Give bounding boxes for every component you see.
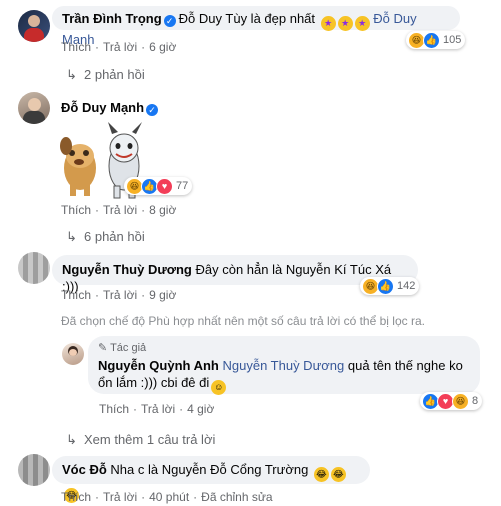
commenter-name[interactable]: Vóc Đỗ (62, 462, 107, 477)
like-button[interactable]: Thích (61, 40, 91, 54)
reply-button[interactable]: Trả lời (103, 490, 137, 504)
comment-actions: Thích · Trả lời · 8 giờ (61, 203, 177, 217)
like-reaction-icon: 👍 (423, 31, 440, 49)
timestamp[interactable]: 8 giờ (149, 203, 176, 217)
reaction-summary[interactable]: 😆 👍 105 (406, 31, 466, 49)
replies-count[interactable]: 6 phản hồi (84, 229, 145, 244)
comment-bubble: Vóc Đỗ Nha c là Nguyễn Đỗ Cổng Trường 😂 😂… (52, 456, 370, 503)
reply-arrow-icon: ↳ (66, 67, 77, 82)
mention-link[interactable]: Nguyễn Thuỳ Dương (222, 358, 344, 373)
commenter-name[interactable]: Nguyễn Quỳnh Anh (98, 358, 219, 373)
comment-actions: Thích · Trả lời · 6 giờ (61, 40, 177, 54)
reaction-summary[interactable]: 😆 👍 142 (360, 277, 420, 295)
comment-actions: Thích · Trả lời · 40 phút · Đã chỉnh sửa (61, 490, 273, 504)
view-replies-link[interactable]: ↳ 6 phản hồi (66, 229, 145, 245)
love-reaction-icon: ♥ (156, 177, 173, 195)
smile-emoji-icon: ☺ (211, 380, 227, 395)
comment-actions: Thích · Trả lời · 4 giờ (99, 402, 215, 416)
author-tag: ✎ Tác giả (98, 342, 147, 354)
timestamp[interactable]: 6 giờ (149, 40, 176, 54)
avatar[interactable] (18, 252, 50, 284)
comment-actions: Thích · Trả lời · 9 giờ (61, 288, 177, 302)
reply-button[interactable]: Trả lời (103, 288, 137, 302)
comment-bubble: Trần Đình Trọng ✓ Đỗ Duy Tùy là đẹp nhất ★… (52, 6, 460, 47)
reply-arrow-icon: ↳ (66, 229, 77, 244)
reply-arrow-icon: ↳ (66, 432, 77, 447)
like-reaction-icon: 👍 (377, 277, 394, 295)
reply-bubble: ✎ Tác giả Nguyễn Quỳnh Anh Nguyễn Thuỳ D… (88, 336, 480, 395)
reaction-count: 77 (176, 180, 189, 192)
verified-badge-icon: ✓ (146, 104, 159, 116)
commenter-name[interactable]: Đỗ Duy Mạnh (61, 100, 144, 115)
more-replies-label[interactable]: Xem thêm 1 câu trả lời (84, 432, 215, 447)
author-icon: ✎ (98, 342, 111, 354)
view-more-replies-link[interactable]: ↳ Xem thêm 1 câu trả lời (66, 432, 215, 448)
reaction-summary[interactable]: 👍 ♥ 😆 8 (420, 392, 483, 410)
comment-text: ổn lắm :))) cbi đê đi (98, 375, 210, 390)
verified-badge-icon: ✓ (163, 15, 176, 27)
reply-button[interactable]: Trả lời (103, 203, 137, 217)
filter-notice: Đã chọn chế độ Phù hợp nhất nên một số c… (61, 314, 425, 328)
edited-label[interactable]: Đã chỉnh sửa (201, 490, 272, 504)
commenter-name[interactable]: Nguyễn Thuỳ Dương (62, 262, 192, 277)
timestamp[interactable]: 4 giờ (187, 402, 214, 416)
view-replies-link[interactable]: ↳ 2 phản hồi (66, 67, 145, 83)
haha-reaction-icon: 😆 (452, 392, 469, 410)
timestamp[interactable]: 40 phút (149, 490, 189, 504)
comment-text: Đỗ Duy Tùy là đẹp nhất (178, 11, 316, 26)
star-struck-emoji-icon: ★ (354, 16, 370, 31)
reaction-count: 105 (443, 34, 462, 46)
rofl-emoji-icon: 😂 (313, 467, 329, 482)
star-struck-emoji-icon: ★ (320, 16, 336, 31)
like-button[interactable]: Thích (61, 288, 91, 302)
reaction-count: 142 (397, 280, 416, 292)
reply-button[interactable]: Trả lời (103, 40, 137, 54)
commenter-name-row: Đỗ Duy Mạnh ✓ (61, 100, 161, 116)
commenter-name[interactable]: Trần Đình Trọng (62, 11, 162, 26)
avatar[interactable] (18, 10, 50, 42)
reaction-count: 8 (472, 395, 479, 407)
rofl-emoji-icon: 😂 (330, 467, 346, 482)
avatar[interactable] (18, 454, 50, 486)
reply-button[interactable]: Trả lời (141, 402, 175, 416)
comment-text: Nha c là Nguyễn Đỗ Cổng Trường (110, 462, 309, 477)
avatar[interactable] (18, 92, 50, 124)
avatar[interactable] (62, 343, 84, 365)
replies-count[interactable]: 2 phản hồi (84, 67, 145, 82)
like-button[interactable]: Thích (61, 203, 91, 217)
like-button[interactable]: Thích (61, 490, 91, 504)
timestamp[interactable]: 9 giờ (149, 288, 176, 302)
reaction-summary[interactable]: 😆 👍 ♥ 77 (124, 177, 193, 195)
like-button[interactable]: Thích (99, 402, 129, 416)
star-struck-emoji-icon: ★ (337, 16, 353, 31)
comment-text: quả tên thế nghe ko (347, 358, 463, 373)
